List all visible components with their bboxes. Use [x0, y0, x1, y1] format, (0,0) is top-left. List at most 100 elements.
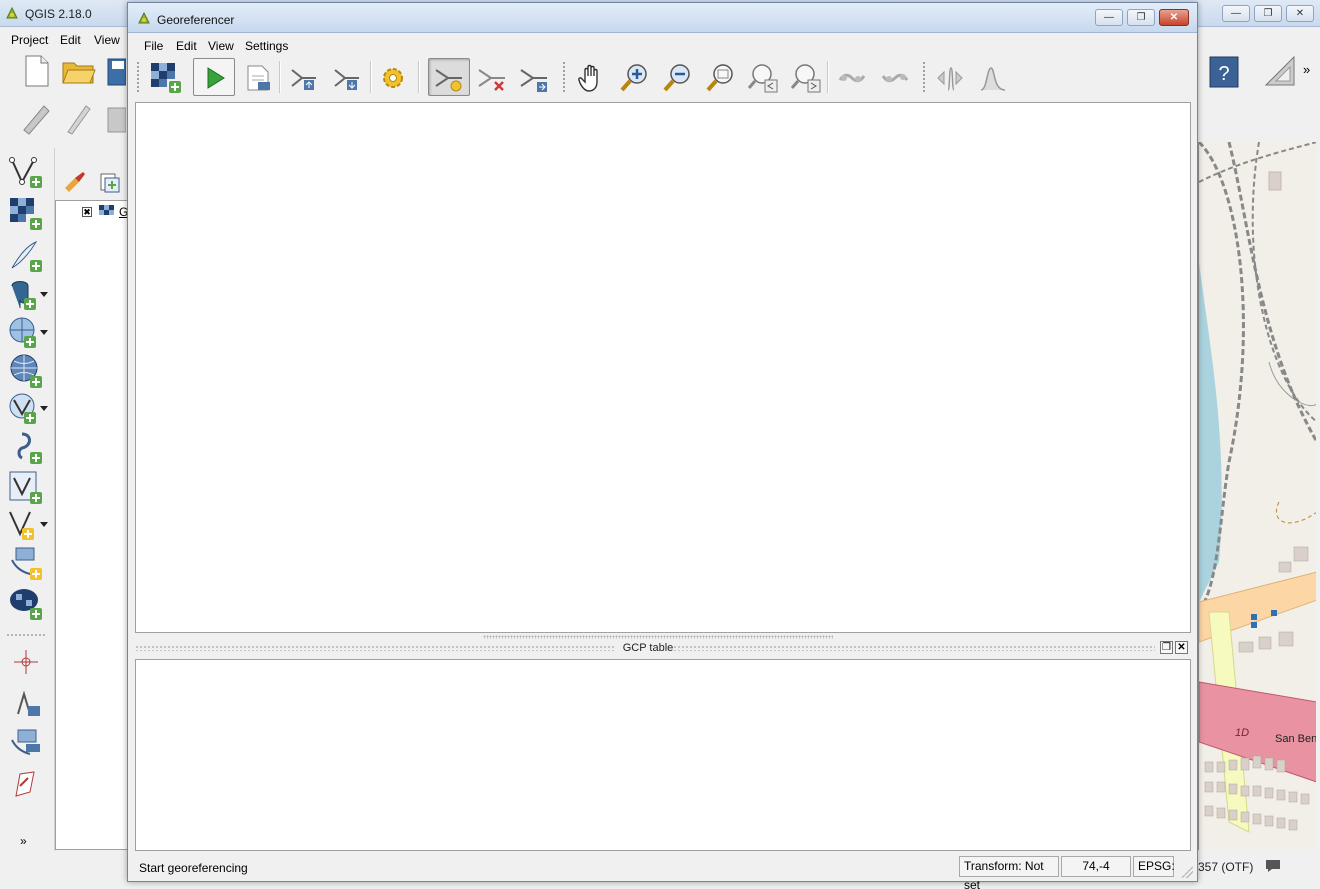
- more-tools-chevron[interactable]: »: [20, 834, 27, 848]
- log-messages-icon[interactable]: [1264, 858, 1282, 874]
- delete-point-button[interactable]: [473, 58, 511, 96]
- zoom-out-icon: [663, 64, 690, 92]
- svg-text:?: ?: [1218, 63, 1229, 85]
- dock-float-button[interactable]: ❐: [1160, 641, 1173, 654]
- minimize-button[interactable]: —: [1095, 9, 1123, 26]
- georeferencer-plugin-icon[interactable]: [8, 726, 44, 762]
- layers-tree[interactable]: ✖ G: [55, 200, 128, 850]
- menu-file[interactable]: File: [138, 36, 169, 56]
- window-resize-grip[interactable]: [1181, 866, 1193, 878]
- add-point-icon: [435, 69, 462, 92]
- new-shapefile-layer-icon[interactable]: [8, 470, 44, 506]
- add-raster-layer-icon[interactable]: [8, 196, 44, 232]
- zoom-last-icon: [747, 64, 778, 93]
- link-qgis-to-georeferencer-button[interactable]: [875, 58, 913, 96]
- main-minimize-button[interactable]: —: [1222, 5, 1250, 22]
- status-message: Start georeferencing: [139, 861, 248, 875]
- add-vector-layer-icon[interactable]: [8, 154, 44, 190]
- epsg-status[interactable]: EPSG:: [1133, 856, 1175, 877]
- add-wms-layer-icon[interactable]: [8, 316, 52, 352]
- add-spatialite-layer-icon[interactable]: [8, 430, 44, 466]
- generate-gdal-script-button[interactable]: [238, 58, 276, 96]
- full-histogram-stretch-button[interactable]: [930, 58, 968, 96]
- save-layer-edits-icon[interactable]: [104, 100, 126, 136]
- save-gcp-points-icon: [334, 69, 359, 90]
- qgis-logo-icon: [6, 6, 18, 19]
- link-georeferencer-to-qgis-button[interactable]: [832, 58, 870, 96]
- dock-close-button[interactable]: ✕: [1175, 641, 1188, 654]
- gcp-table[interactable]: [135, 659, 1191, 851]
- menu-project[interactable]: Project: [5, 30, 54, 50]
- zoom-to-layer-button[interactable]: [700, 58, 738, 96]
- zoom-next-button[interactable]: [786, 58, 824, 96]
- menu-edit[interactable]: Edit: [54, 30, 87, 50]
- menu-view[interactable]: View: [88, 30, 126, 50]
- add-group-icon[interactable]: [99, 170, 121, 194]
- transformation-settings-button[interactable]: [373, 58, 411, 96]
- gcp-table-title: GCP table: [622, 642, 674, 654]
- local-histogram-stretch-button[interactable]: [973, 58, 1011, 96]
- zoom-out-button[interactable]: [657, 58, 695, 96]
- georeferencer-canvas[interactable]: [135, 102, 1191, 633]
- transform-status: Transform: Not set: [959, 856, 1059, 889]
- add-oracle-layer-icon[interactable]: [8, 586, 44, 622]
- zoom-to-layer-icon: [706, 64, 733, 92]
- gcp-table-dock-header[interactable]: GCP table ❐ ✕: [135, 640, 1191, 658]
- toolbar-grip[interactable]: [562, 61, 566, 93]
- coordinates-status: 74,-4: [1061, 856, 1131, 877]
- toolbar-separator: [827, 61, 829, 93]
- measure-icon[interactable]: [1262, 53, 1298, 89]
- new-temporary-layer-icon[interactable]: [8, 508, 52, 544]
- main-window-title: QGIS 2.18.0: [25, 7, 92, 21]
- toolbar-grip[interactable]: [136, 61, 140, 93]
- panel-splitter-handle[interactable]: [483, 635, 833, 639]
- current-edits-icon[interactable]: [18, 100, 54, 136]
- layer-visibility-checkbox[interactable]: ✖: [82, 207, 92, 217]
- dock-grip-right: [673, 645, 1155, 651]
- maximize-button[interactable]: ❐: [1127, 9, 1155, 26]
- gps-tools-icon[interactable]: [8, 686, 44, 722]
- georeferencer-statusbar: Start georeferencing Transform: Not set …: [128, 852, 1197, 889]
- save-gcp-points-button[interactable]: [327, 58, 365, 96]
- zoom-last-button[interactable]: [743, 58, 781, 96]
- add-point-button[interactable]: [428, 58, 470, 96]
- georeferencer-titlebar[interactable]: Georeferencer — ❐ ✕: [128, 3, 1197, 33]
- main-close-button[interactable]: ✕: [1286, 5, 1314, 22]
- add-wcs-layer-icon[interactable]: [8, 354, 44, 390]
- toggle-editing-icon[interactable]: [60, 100, 96, 136]
- add-virtual-layer-icon[interactable]: [8, 546, 44, 582]
- toolbar-grip[interactable]: [922, 61, 926, 93]
- processing-toolbox-icon[interactable]: [8, 766, 44, 802]
- coordinate-capture-icon[interactable]: [8, 644, 44, 680]
- georeferencer-title: Georeferencer: [157, 13, 235, 27]
- start-georeferencing-button[interactable]: [193, 58, 235, 96]
- add-delimited-text-layer-icon[interactable]: [8, 238, 44, 274]
- move-gcp-point-button[interactable]: [515, 58, 553, 96]
- layers-panel: ✖ G: [54, 148, 128, 851]
- add-postgis-layer-icon[interactable]: [8, 278, 52, 314]
- menu-edit[interactable]: Edit: [170, 36, 203, 56]
- link-georeferencer-to-qgis-icon: [838, 73, 866, 83]
- zoom-in-button[interactable]: [614, 58, 652, 96]
- main-maximize-button[interactable]: ❐: [1254, 5, 1282, 22]
- new-project-icon[interactable]: [18, 53, 54, 89]
- help-icon[interactable]: ?: [1206, 53, 1240, 89]
- load-gcp-points-button[interactable]: [284, 58, 322, 96]
- open-project-icon[interactable]: [60, 53, 96, 89]
- main-crs-status[interactable]: 357 (OTF): [1198, 860, 1253, 874]
- toolbar-separator: [6, 633, 46, 637]
- close-button[interactable]: ✕: [1159, 9, 1189, 26]
- menu-settings[interactable]: Settings: [239, 36, 294, 56]
- toolbar-overflow-chevron[interactable]: »: [1303, 62, 1310, 77]
- save-project-icon[interactable]: [104, 53, 126, 89]
- move-gcp-point-icon: [520, 69, 547, 92]
- qgis-logo-icon: [138, 11, 150, 24]
- load-gcp-points-icon: [291, 69, 316, 90]
- menu-view[interactable]: View: [202, 36, 240, 56]
- open-layer-styling-icon[interactable]: [63, 170, 87, 192]
- toolbar-separator: [418, 61, 420, 93]
- open-raster-button[interactable]: [146, 58, 184, 96]
- add-wfs-layer-icon[interactable]: [8, 392, 52, 428]
- pan-button[interactable]: [571, 58, 609, 96]
- main-map-canvas[interactable]: 1D San Ben: [1198, 142, 1316, 850]
